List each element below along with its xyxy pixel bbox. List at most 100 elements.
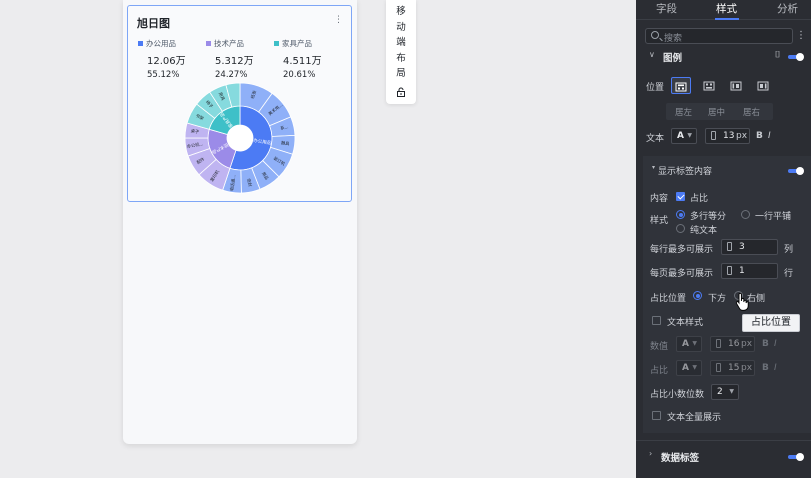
dropdown-arrow-icon: ▼	[687, 132, 692, 139]
legend-value: 12.06万	[147, 56, 186, 67]
legend-item-tech[interactable]: 技术产品 5.312万 24.27%	[206, 38, 276, 80]
layout-char: 端	[396, 37, 406, 48]
clip-icon[interactable]: ⌷	[775, 50, 780, 60]
text-style-checkbox[interactable]	[652, 316, 661, 325]
legend-section-title: 图例	[663, 53, 683, 64]
content-pct-checkbox[interactable]	[676, 192, 685, 201]
tab-style[interactable]: 样式	[716, 1, 737, 16]
pct-position-below-label: 下方	[708, 294, 727, 304]
sunburst-chart-card[interactable]: 旭日图 ⋮ 办公用品 12.06万 55.12% 技术产品 5.312万 24.…	[127, 5, 352, 202]
legend-toggle[interactable]	[788, 53, 804, 61]
legend-position-right-button[interactable]	[753, 77, 773, 94]
pct-size: 15	[728, 363, 740, 373]
search-icon	[651, 31, 659, 39]
per-row-label: 每行最多可展示	[650, 245, 714, 255]
align-center-option[interactable]: 居中	[708, 106, 725, 118]
label-content-block: ▾ 显示标签内容 内容 占比 样式 多行等分 一行平铺 纯文本 每行最多可展示 …	[643, 156, 811, 433]
more-options-icon[interactable]: ⋮	[334, 15, 343, 25]
dropdown-arrow-icon: ▼	[692, 364, 697, 371]
legend-item-office[interactable]: 办公用品 12.06万 55.12%	[138, 38, 208, 80]
legend-name: 办公用品	[146, 39, 176, 48]
more-vertical-icon[interactable]: ⋮	[796, 30, 806, 41]
style-plaintext-radio[interactable]	[676, 224, 685, 233]
per-page-unit: 行	[784, 269, 794, 279]
mobile-layout-tool[interactable]: 移 动 端 布 局	[386, 0, 416, 104]
stepper-icon	[727, 242, 732, 251]
font-size-icon	[711, 131, 716, 140]
pct-size-input[interactable]: 15 px	[710, 360, 755, 376]
pct-position-label: 占比位置	[650, 294, 687, 304]
legend-percent: 55.12%	[147, 70, 180, 80]
decimals-select[interactable]: 2 ▼	[711, 384, 739, 400]
value-size-input[interactable]: 16 px	[710, 336, 755, 352]
font-letter: A	[677, 131, 684, 141]
sunburst-center	[227, 125, 253, 151]
tab-fields[interactable]: 字段	[656, 1, 677, 16]
value-bold-button[interactable]: B	[762, 339, 769, 349]
legend-position-bottom-button[interactable]	[699, 77, 719, 94]
per-page-value: 1	[739, 266, 745, 276]
tab-analysis[interactable]: 分析	[777, 1, 798, 16]
text-label: 文本	[646, 134, 665, 144]
style-oneline-label: 一行平铺	[755, 212, 792, 222]
pct-size-unit: px	[741, 363, 753, 373]
data-label-toggle[interactable]	[788, 453, 804, 461]
search-input[interactable]: 搜索	[645, 28, 793, 44]
chart-title: 旭日图	[137, 17, 170, 30]
legend-swatch	[206, 41, 211, 46]
decimals-value: 2	[717, 387, 723, 397]
lock-icon[interactable]	[386, 87, 416, 100]
bold-button[interactable]: B	[756, 131, 763, 141]
per-page-input[interactable]: 1	[721, 263, 778, 279]
legend-swatch	[138, 41, 143, 46]
font-color-select[interactable]: A ▼	[671, 128, 697, 144]
search-placeholder: 搜索	[664, 34, 683, 44]
chevron-down-icon[interactable]: ∨	[649, 50, 655, 59]
show-label-content-title: 显示标签内容	[658, 167, 713, 177]
style-multiline-radio[interactable]	[676, 210, 685, 219]
active-tab-indicator	[715, 18, 739, 20]
per-row-value: 3	[739, 242, 745, 252]
layout-char: 布	[396, 52, 406, 64]
panel-tabs: 字段 样式 分析	[636, 0, 811, 20]
value-italic-button[interactable]: I	[774, 339, 777, 349]
data-label-section-title: 数据标签	[661, 453, 700, 464]
legend-value: 5.312万	[215, 56, 254, 67]
show-label-toggle[interactable]	[788, 167, 804, 175]
pct-position-tooltip: 占比位置	[742, 314, 800, 332]
chevron-right-icon[interactable]: ›	[649, 449, 652, 458]
legend-item-furniture[interactable]: 家具产品 4.511万 20.61%	[274, 38, 344, 80]
pct-italic-button[interactable]: I	[774, 363, 777, 373]
pct-color-select[interactable]: A ▼	[676, 360, 702, 376]
style-label: 样式	[650, 216, 669, 226]
full-text-checkbox[interactable]	[652, 411, 661, 420]
align-left-option[interactable]: 居左	[675, 106, 692, 118]
legend-percent: 24.27%	[215, 70, 248, 80]
legend-swatch	[274, 41, 279, 46]
position-label: 位置	[646, 83, 665, 93]
font-letter: A	[682, 363, 689, 373]
style-plaintext-label: 纯文本	[690, 226, 718, 236]
layout-char: 移	[396, 6, 406, 17]
content-pct-label: 占比	[690, 194, 709, 204]
font-size-input[interactable]: 13 px	[705, 128, 750, 144]
align-right-option[interactable]: 居右	[743, 106, 760, 118]
style-oneline-radio[interactable]	[741, 210, 750, 219]
legend-name: 家具产品	[282, 39, 312, 48]
collapse-triangle-icon[interactable]: ▾	[652, 164, 655, 171]
pct-bold-button[interactable]: B	[762, 363, 769, 373]
italic-button[interactable]: I	[768, 131, 771, 141]
per-page-label: 每页最多可展示	[650, 269, 714, 279]
mobile-canvas: 旭日图 ⋮ 办公用品 12.06万 55.12% 技术产品 5.312万 24.…	[123, 0, 357, 444]
legend-position-left-button[interactable]	[726, 77, 746, 94]
content-label: 内容	[650, 194, 669, 204]
pct-position-below-radio[interactable]	[693, 291, 702, 300]
legend-position-top-button[interactable]	[671, 77, 691, 94]
legend-percent: 20.61%	[283, 70, 316, 80]
font-size-value: 13	[723, 131, 735, 141]
sunburst-chart[interactable]: 办公用品纸张美术用...系...器具装订机用品信封电话通...技术产品复印机配件…	[184, 82, 296, 194]
dropdown-arrow-icon: ▼	[729, 388, 734, 395]
per-row-input[interactable]: 3	[721, 239, 778, 255]
value-color-select[interactable]: A ▼	[676, 336, 702, 352]
value-label: 数值	[650, 342, 669, 352]
